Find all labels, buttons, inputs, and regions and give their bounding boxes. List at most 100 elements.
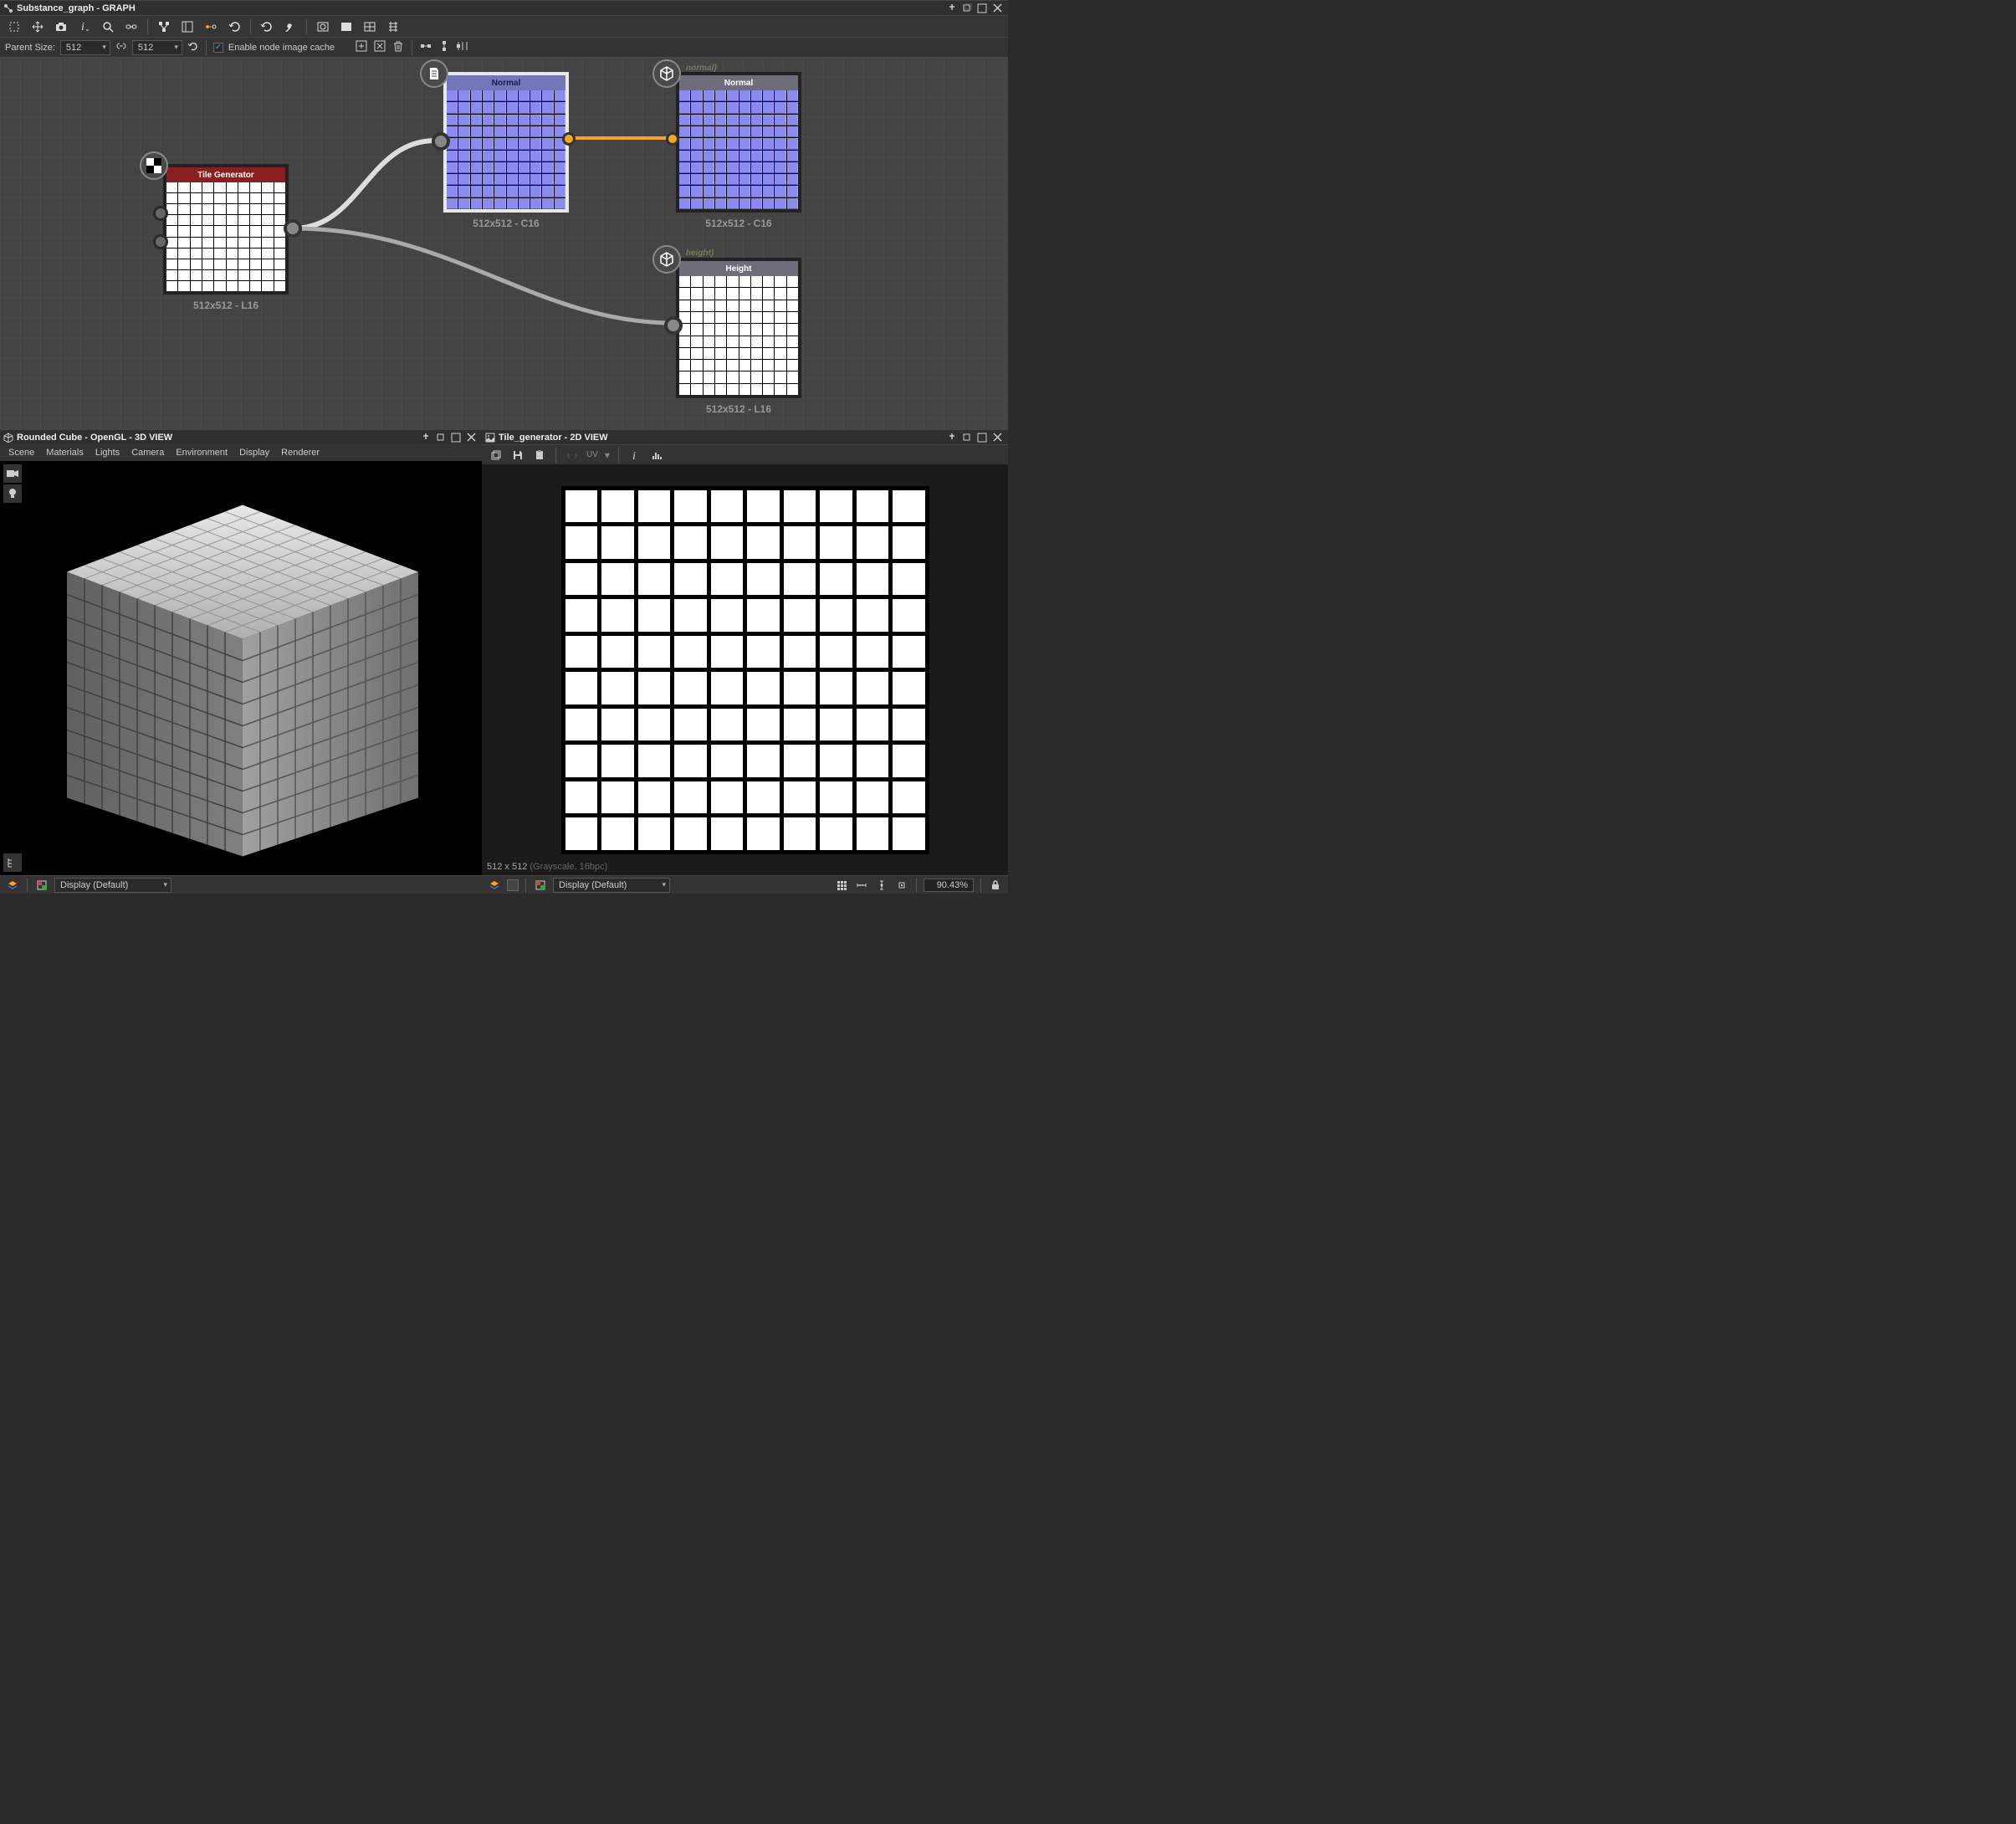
node-normal[interactable]: Normal 512x512 - C16 [443, 72, 569, 229]
view2d-title: Tile_generator - 2D VIEW [499, 433, 944, 443]
graph-canvas[interactable]: Tile Generator 512x512 - L16 Norma [0, 57, 1008, 429]
grid-box-icon[interactable] [361, 18, 379, 36]
pixel-icon[interactable] [894, 878, 909, 893]
pin-icon[interactable] [418, 430, 433, 445]
view3d-title: Rounded Cube - OpenGL - 3D VIEW [17, 433, 418, 443]
view3d-viewport[interactable] [0, 461, 482, 875]
bulb-icon[interactable] [3, 484, 22, 503]
uv-label[interactable]: UV [586, 450, 598, 459]
view2d-header: Tile_generator - 2D VIEW [482, 429, 1008, 444]
align-h-icon[interactable] [419, 39, 432, 55]
menu-lights[interactable]: Lights [95, 448, 120, 458]
separator [27, 878, 28, 893]
display-dropdown[interactable]: Display (Default) [54, 878, 171, 893]
restore-icon[interactable] [959, 1, 975, 16]
graph-toolbar: i [0, 15, 1008, 37]
menu-environment[interactable]: Environment [176, 448, 228, 458]
node-tile-generator[interactable]: Tile Generator 512x512 - L16 [163, 164, 289, 311]
wrench-icon[interactable] [281, 18, 299, 36]
align-icon[interactable] [384, 18, 402, 36]
link-chain-icon[interactable] [565, 448, 580, 463]
remove-frame-icon[interactable] [373, 39, 386, 55]
timing-box-icon[interactable] [314, 18, 332, 36]
camera-icon[interactable] [52, 18, 70, 36]
menu-camera[interactable]: Camera [131, 448, 164, 458]
zoom-input[interactable]: 90.43% [924, 879, 974, 892]
layers-icon[interactable] [5, 878, 20, 893]
ruler-h-icon[interactable] [854, 878, 869, 893]
crop-icon[interactable] [5, 18, 23, 36]
distribute-icon[interactable] [456, 39, 469, 55]
input-port[interactable] [432, 132, 450, 151]
info-icon[interactable]: i [627, 448, 642, 463]
chevron-down-icon[interactable]: ▾ [605, 449, 610, 461]
maximize-icon[interactable] [975, 430, 990, 445]
link-sizes-icon[interactable] [115, 40, 127, 54]
output-port[interactable] [284, 219, 302, 238]
view2d-viewport[interactable]: 512 x 512 (Grayscale, 16bpc) [482, 464, 1008, 875]
menu-renderer[interactable]: Renderer [281, 448, 320, 458]
enable-cache-checkbox[interactable]: ✓ [213, 43, 223, 53]
enable-cache-label: Enable node image cache [228, 43, 335, 53]
copy-icon[interactable] [489, 448, 504, 463]
menu-materials[interactable]: Materials [46, 448, 84, 458]
view3d-footer: Display (Default) [0, 875, 482, 894]
layers-icon[interactable] [487, 878, 502, 893]
input-port[interactable] [153, 206, 168, 221]
maximize-icon[interactable] [448, 430, 463, 445]
clipboard-icon[interactable] [532, 448, 547, 463]
save-icon[interactable] [510, 448, 525, 463]
separator [306, 19, 307, 34]
close-icon[interactable] [463, 430, 478, 445]
lock-icon[interactable] [988, 878, 1003, 893]
pin-icon[interactable] [944, 1, 959, 16]
cube-icon [3, 433, 13, 443]
pin-icon[interactable] [944, 430, 959, 445]
restore-icon[interactable] [959, 430, 975, 445]
trash-icon[interactable] [391, 39, 405, 55]
node-output-height[interactable]: Height 512x512 - L16 [676, 258, 801, 415]
node-info: 512x512 - C16 [676, 218, 801, 229]
separator [525, 878, 526, 893]
solid-box-icon[interactable] [337, 18, 356, 36]
input-port[interactable] [664, 316, 683, 335]
parent-size-dropdown[interactable]: 512 [60, 40, 110, 55]
connection-icon[interactable] [202, 18, 220, 36]
node-info: 512x512 - L16 [163, 300, 289, 311]
align-v-icon[interactable] [437, 39, 451, 55]
layers-color-icon[interactable] [533, 878, 548, 893]
menu-display[interactable]: Display [239, 448, 269, 458]
output-annotation: height) [686, 248, 714, 258]
maximize-icon[interactable] [975, 1, 990, 16]
node-thumbnail [679, 90, 798, 209]
node-title: Height [679, 261, 798, 276]
undo-icon[interactable] [225, 18, 243, 36]
hierarchy-icon[interactable] [155, 18, 173, 36]
refresh-icon[interactable] [258, 18, 276, 36]
input-port[interactable] [666, 132, 679, 146]
link-icon[interactable] [122, 18, 141, 36]
color-swatch[interactable] [507, 879, 519, 891]
parent-size-label: Parent Size: [5, 43, 55, 53]
close-icon[interactable] [990, 430, 1005, 445]
move-icon[interactable] [28, 18, 47, 36]
reset-icon[interactable] [187, 40, 199, 54]
info-icon[interactable]: i [75, 18, 94, 36]
panels-icon[interactable] [178, 18, 197, 36]
output-port[interactable] [562, 132, 576, 146]
zoom-icon[interactable] [99, 18, 117, 36]
close-icon[interactable] [990, 1, 1005, 16]
display-dropdown[interactable]: Display (Default) [553, 878, 670, 893]
layers-color-icon[interactable] [34, 878, 49, 893]
ruler-v-icon[interactable] [874, 878, 889, 893]
node-output-normal[interactable]: Normal 512x512 - C16 [676, 72, 801, 229]
size2-dropdown[interactable]: 512 [132, 40, 182, 55]
input-port[interactable] [153, 234, 168, 249]
grid-icon[interactable] [834, 878, 849, 893]
restore-icon[interactable] [433, 430, 448, 445]
add-frame-icon[interactable] [355, 39, 368, 55]
video-camera-icon[interactable] [3, 464, 22, 483]
histogram-icon[interactable] [649, 448, 664, 463]
tree-icon[interactable] [3, 853, 22, 872]
menu-scene[interactable]: Scene [8, 448, 34, 458]
